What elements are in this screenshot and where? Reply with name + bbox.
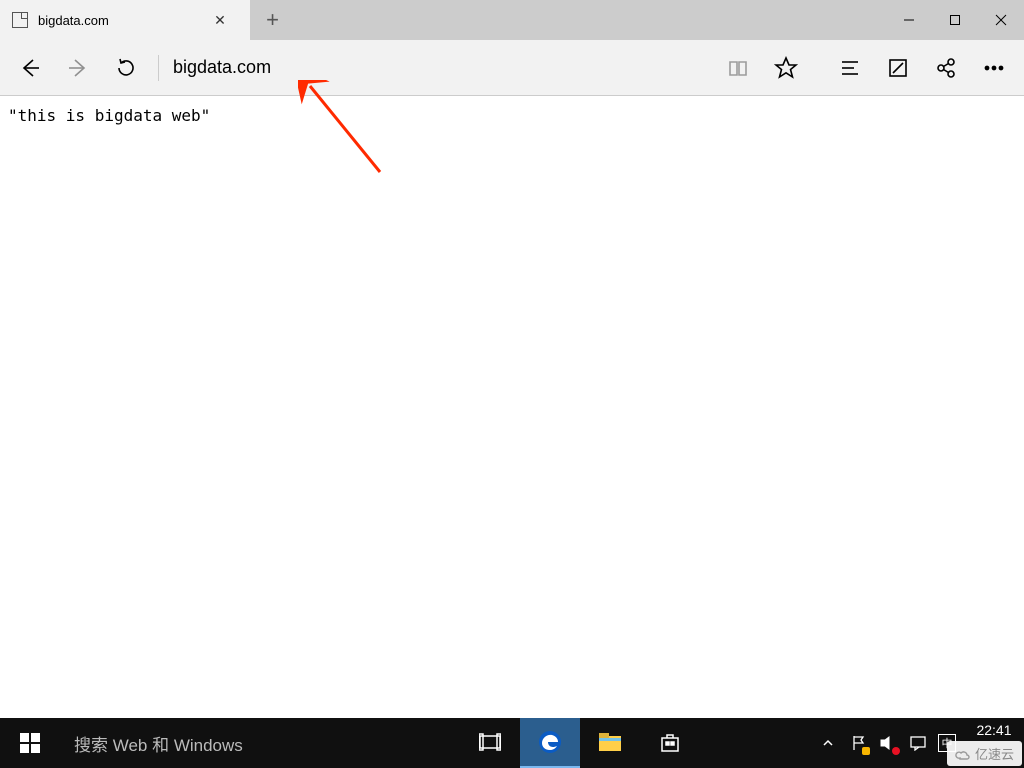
taskbar-app-explorer[interactable]: [580, 718, 640, 768]
toolbar-separator: [158, 55, 159, 81]
flag-icon: [851, 735, 865, 751]
ellipsis-icon: [983, 57, 1005, 79]
browser-toolbar: [0, 40, 1024, 96]
back-arrow-icon: [19, 57, 41, 79]
tray-overflow-button[interactable]: [818, 733, 838, 753]
toolbar-right-group: [714, 44, 1018, 92]
browser-tab[interactable]: bigdata.com ✕: [0, 0, 250, 40]
page-body-text: "this is bigdata web": [0, 96, 1024, 135]
taskbar-spacer: [700, 718, 810, 768]
address-bar[interactable]: [167, 57, 702, 78]
close-icon: [995, 14, 1007, 26]
window-minimize-button[interactable]: [886, 0, 932, 40]
minimize-icon: [903, 14, 915, 26]
tab-title: bigdata.com: [38, 13, 192, 28]
message-icon: [910, 735, 926, 751]
share-button[interactable]: [922, 44, 970, 92]
maximize-icon: [949, 14, 961, 26]
tray-volume-icon[interactable]: [878, 733, 898, 753]
edge-icon: [537, 729, 563, 755]
system-tray: 中: [810, 718, 964, 768]
note-icon: [887, 57, 909, 79]
book-icon: [727, 57, 749, 79]
forward-button[interactable]: [54, 44, 102, 92]
speaker-icon: [880, 736, 896, 750]
more-button[interactable]: [970, 44, 1018, 92]
store-icon: [659, 731, 681, 753]
share-icon: [935, 57, 957, 79]
star-icon: [774, 56, 798, 80]
refresh-button[interactable]: [102, 44, 150, 92]
window-close-button[interactable]: [978, 0, 1024, 40]
new-tab-button[interactable]: +: [250, 0, 295, 40]
refresh-icon: [115, 57, 137, 79]
page-icon: [12, 12, 28, 28]
webnote-button[interactable]: [874, 44, 922, 92]
taskbar-search[interactable]: 搜索 Web 和 Windows: [60, 718, 460, 768]
tray-security-icon[interactable]: [848, 733, 868, 753]
favorite-button[interactable]: [762, 44, 810, 92]
task-view-icon: [479, 733, 501, 751]
page-content-area: "this is bigdata web": [0, 96, 1024, 718]
tray-ime-indicator[interactable]: 中: [938, 734, 956, 752]
window-maximize-button[interactable]: [932, 0, 978, 40]
reading-view-button[interactable]: [714, 44, 762, 92]
titlebar-drag-region: [295, 0, 886, 40]
chevron-up-icon: [822, 737, 834, 749]
windows-logo-icon: [20, 733, 40, 753]
tab-close-button[interactable]: ✕: [202, 12, 238, 29]
start-button[interactable]: [0, 718, 60, 768]
hub-button[interactable]: [826, 44, 874, 92]
task-view-button[interactable]: [460, 718, 520, 768]
clock-time: 22:41: [964, 722, 1024, 738]
forward-arrow-icon: [67, 57, 89, 79]
windows-taskbar: 搜索 Web 和 Windows 中 22:41: [0, 718, 1024, 768]
folder-icon: [598, 732, 622, 752]
window-titlebar: bigdata.com ✕ +: [0, 0, 1024, 40]
taskbar-clock[interactable]: 22:41: [964, 718, 1024, 768]
taskbar-app-edge[interactable]: [520, 718, 580, 768]
back-button[interactable]: [6, 44, 54, 92]
search-placeholder: 搜索 Web 和 Windows: [74, 731, 243, 756]
hub-icon: [839, 57, 861, 79]
tray-notifications-icon[interactable]: [908, 733, 928, 753]
taskbar-app-store[interactable]: [640, 718, 700, 768]
